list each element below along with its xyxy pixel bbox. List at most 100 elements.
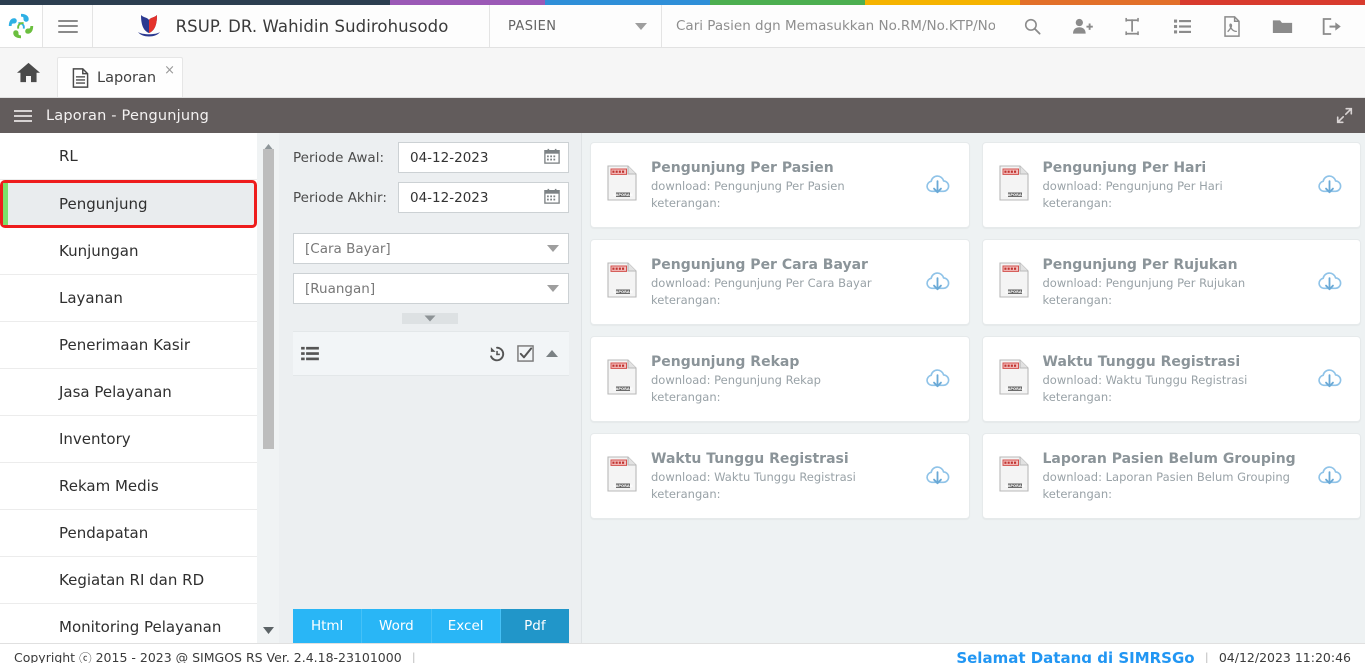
report-card-title: Pengunjung Per Rujukan [1043,257,1313,273]
footer-divider-2: | [1205,650,1209,663]
download-button[interactable] [921,367,955,392]
sidebar-item-kunjungan[interactable]: Kunjungan [0,228,257,275]
download-button[interactable] [1312,270,1346,295]
report-card-note: keterangan: [651,196,921,210]
folder-icon-glyph [1272,17,1293,35]
cara-bayar-value: [Cara Bayar] [305,241,391,257]
module-select[interactable]: PASIEN [490,5,662,47]
sidebar-item-penerimaan-kasir[interactable]: Penerimaan Kasir [0,322,257,369]
close-icon[interactable]: × [164,64,175,77]
svg-text:LAPORAN: LAPORAN [1005,290,1024,294]
sidebar-item-inventory[interactable]: Inventory [0,416,257,463]
report-document-icon: LAPORAN [607,456,637,496]
sidebar-item-rekam-medis[interactable]: Rekam Medis [0,463,257,510]
download-button[interactable] [1312,464,1346,489]
ruangan-select[interactable]: [Ruangan] [293,273,569,304]
report-cards-region: LAPORAN Pengunjung Per Pasiendownload: P… [582,133,1365,643]
cara-bayar-select[interactable]: [Cara Bayar] [293,233,569,264]
history-reset-icon[interactable] [488,345,506,363]
export-button-html[interactable]: Html [293,609,362,643]
list-view-icon[interactable] [301,346,319,362]
simrsgo-logo[interactable] [0,5,43,47]
calendar-icon[interactable] [544,148,560,168]
sidebar-item-monitoring-pelayanan[interactable]: Monitoring Pelayanan [0,604,257,643]
export-button-word[interactable]: Word [362,609,431,643]
chevron-down-icon [635,23,647,30]
search-icon-glyph [1023,17,1042,36]
filter-toolbar [293,331,569,376]
sidebar-item-label: Inventory [59,430,131,448]
periode-akhir-field[interactable]: 04-12-2023 [398,182,569,213]
report-card-note: keterangan: [1043,293,1313,307]
sidebar-item-jasa-pelayanan[interactable]: Jasa Pelayanan [0,369,257,416]
sidebar-item-rl[interactable]: RL [0,133,257,180]
report-card-download-label: download: Waktu Tunggu Registrasi [1043,373,1313,387]
calendar-icon[interactable] [544,188,560,208]
sidebar-item-pengunjung[interactable]: Pengunjung [0,180,257,228]
calendar-icon-glyph [544,188,560,204]
sidebar-item-kegiatan-ri-dan-rd[interactable]: Kegiatan RI dan RD [0,557,257,604]
expand-icon[interactable] [1336,107,1353,124]
download-button[interactable] [921,464,955,489]
report-card[interactable]: LAPORAN Laporan Pasien Belum Groupingdow… [982,433,1362,519]
list-icon[interactable] [1157,5,1207,47]
report-card[interactable]: LAPORAN Waktu Tunggu Registrasidownload:… [590,433,970,519]
checkbox-checked-icon[interactable] [517,345,534,362]
report-card-note: keterangan: [651,390,921,404]
sidebar-item-label: Penerimaan Kasir [59,336,190,354]
expand-icon-glyph [1336,107,1353,124]
ruangan-value: [Ruangan] [305,281,375,297]
report-card-title: Waktu Tunggu Registrasi [1043,354,1313,370]
svg-text:LAPORAN: LAPORAN [613,193,632,197]
report-card-title: Waktu Tunggu Registrasi [651,451,921,467]
export-button-pdf[interactable]: Pdf [501,609,569,643]
svg-text:LAPORAN: LAPORAN [613,387,632,391]
report-document-icon: LAPORAN [607,165,637,201]
scroll-thumb[interactable] [263,149,274,449]
chevron-down-icon [547,285,559,292]
pdf-file-icon[interactable] [1207,5,1257,47]
download-button[interactable] [1312,367,1346,392]
filter-collapse-handle[interactable] [402,313,458,324]
scroll-track[interactable] [263,149,274,627]
sidebar-item-pendapatan[interactable]: Pendapatan [0,510,257,557]
download-cloud-icon [1317,270,1342,295]
chevron-up-icon[interactable] [545,349,559,358]
home-button[interactable] [0,47,57,97]
download-button[interactable] [921,173,955,198]
report-card[interactable]: LAPORAN Waktu Tunggu Registrasi download:… [982,336,1362,422]
text-height-icon[interactable] [1107,5,1157,47]
hamburger-menu[interactable] [43,5,93,47]
export-button-excel[interactable]: Excel [432,609,501,643]
periode-awal-field[interactable]: 04-12-2023 [398,142,569,173]
periode-akhir-label: Periode Akhir: [293,190,398,206]
download-button[interactable] [1312,173,1346,198]
report-card[interactable]: LAPORAN Pengunjung Per Rujukan download: … [982,239,1362,325]
download-button[interactable] [921,270,955,295]
report-card-note: keterangan: [1043,390,1313,404]
report-document-icon: LAPORAN [607,359,637,399]
patient-search-input[interactable] [676,18,995,34]
add-user-icon[interactable] [1057,5,1107,47]
folder-icon[interactable] [1257,5,1307,47]
report-document-icon: LAPORAN [607,359,637,395]
report-card[interactable]: LAPORAN Pengunjung Per Pasiendownload: P… [590,142,970,228]
chevron-up-icon-glyph [545,349,559,358]
breadcrumb-menu-icon[interactable] [14,107,32,125]
logout-icon[interactable] [1307,5,1357,47]
header-icon-group [1007,5,1365,47]
sidebar-scrollbar[interactable] [257,133,279,643]
sidebar-item-layanan[interactable]: Layanan [0,275,257,322]
report-document-icon: LAPORAN [999,359,1029,395]
report-card[interactable]: LAPORAN Pengunjung Per Cara Bayardownloa… [590,239,970,325]
report-card[interactable]: LAPORAN Pengunjung Per Haridownload: Pen… [982,142,1362,228]
download-cloud-icon [925,270,950,295]
periode-awal-label: Periode Awal: [293,150,398,166]
report-card-download-label: download: Pengunjung Per Rujukan [1043,276,1313,290]
report-document-icon: LAPORAN [607,262,637,298]
report-card-text: Pengunjung Per Rujukan download: Pengunju… [1043,257,1313,307]
tab-laporan[interactable]: Laporan × [57,57,183,97]
periode-akhir-row: Periode Akhir: 04-12-2023 [279,173,581,213]
search-icon[interactable] [1007,5,1057,47]
report-card[interactable]: LAPORAN Pengunjung Rekapdownload: Pengun… [590,336,970,422]
